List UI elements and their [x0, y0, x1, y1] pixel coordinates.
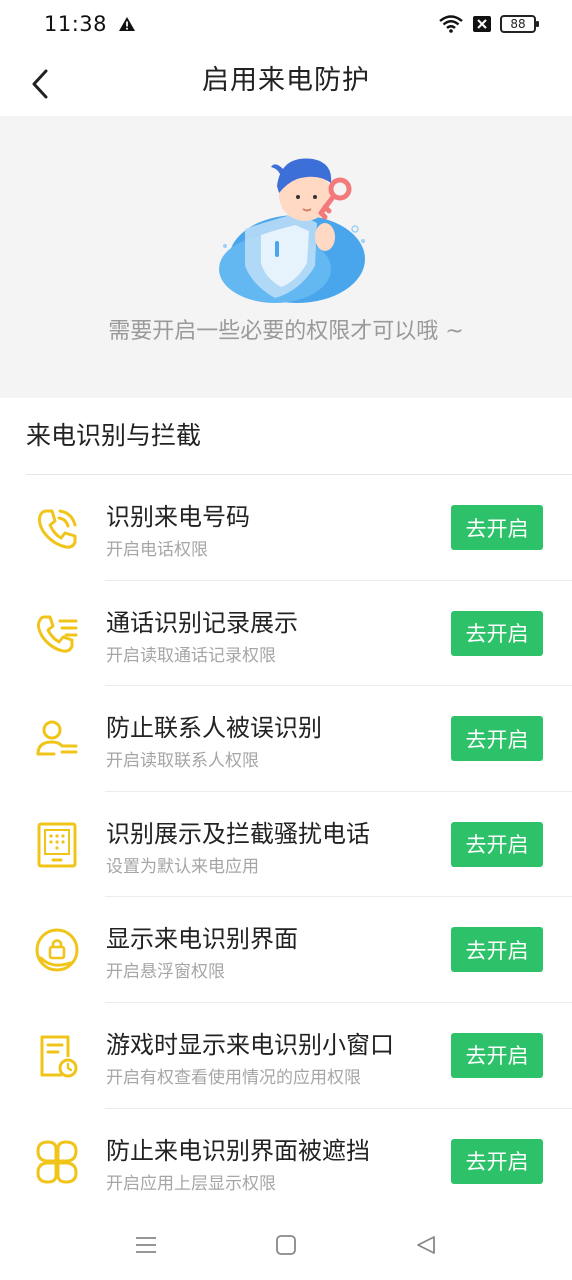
permission-desc: 开启电话权限 [106, 540, 208, 560]
enable-button[interactable]: 去开启 [451, 716, 543, 762]
list-item: 防止联系人被误识别 开启读取联系人权限 去开启 [0, 686, 572, 792]
usage-clock-icon [40, 1035, 78, 1078]
home-button[interactable] [270, 1230, 302, 1260]
list-item: 防止来电识别界面被遮挡 开启应用上层显示权限 去开启 [0, 1109, 572, 1215]
permission-title: 防止联系人被误识别 [106, 714, 322, 743]
phone-icon [37, 509, 77, 549]
enable-button[interactable]: 去开启 [451, 505, 543, 550]
status-icons: 88 [438, 14, 539, 34]
list-item: 识别展示及拦截骚扰电话 设置为默认来电应用 去开启 [0, 792, 572, 898]
wifi-icon [439, 15, 463, 33]
permission-desc: 开启读取联系人权限 [106, 751, 259, 772]
call-log-icon [36, 615, 78, 653]
enable-button[interactable]: 去开启 [451, 821, 543, 867]
permission-title: 游戏时显示来电识别小窗口 [106, 1030, 394, 1059]
home-icon [276, 1235, 296, 1255]
back-icon [417, 1236, 435, 1254]
sim-off-icon [473, 16, 491, 32]
permission-title: 防止来电识别界面被遮挡 [106, 1136, 370, 1165]
permission-desc: 开启悬浮窗权限 [106, 962, 225, 983]
section-title: 来电识别与拦截 [26, 421, 202, 450]
app-header: 启用来电防护 [0, 52, 572, 116]
enable-button[interactable]: 去开启 [451, 927, 543, 973]
list-item: 显示来电识别界面 开启悬浮窗权限 去开启 [0, 897, 572, 1003]
permission-title: 识别展示及拦截骚扰电话 [106, 819, 370, 848]
shield-person-illustration [219, 158, 365, 303]
list-item: 游戏时显示来电识别小窗口 开启有权查看使用情况的应用权限 去开启 [0, 1003, 572, 1109]
contacts-icon [36, 720, 78, 756]
lock-circle-icon [35, 928, 79, 972]
permission-title: 识别来电号码 [106, 503, 250, 531]
dialpad-icon [37, 822, 77, 868]
menu-icon [136, 1237, 156, 1253]
permission-title: 通话识别记录展示 [106, 608, 298, 637]
permission-title: 显示来电识别界面 [106, 925, 298, 954]
list-item: 通话识别记录展示 开启读取通话记录权限 去开启 [0, 581, 572, 687]
hero-message: 需要开启一些必要的权限才可以哦 ~ [108, 319, 464, 344]
permission-desc: 开启应用上层显示权限 [106, 1173, 276, 1194]
menu-button[interactable] [130, 1230, 162, 1260]
permission-desc: 开启读取通话记录权限 [106, 645, 276, 666]
overlay-icon [36, 1140, 78, 1184]
enable-button[interactable]: 去开启 [451, 610, 543, 656]
status-bar: 11:38 88 [0, 0, 572, 52]
nav-back-button[interactable] [410, 1230, 442, 1260]
permission-desc: 设置为默认来电应用 [106, 856, 259, 877]
hero-banner: 需要开启一些必要的权限才可以哦 ~ [0, 116, 572, 398]
list-item: 识别来电号码 开启电话权限 去开启 [0, 475, 572, 581]
permission-list: 识别来电号码 开启电话权限 去开启 通话识别记录展示 开启读取通话记录权限 去开… [0, 475, 572, 1214]
enable-button[interactable]: 去开启 [451, 1032, 543, 1078]
system-nav-bar [0, 1210, 572, 1280]
page-title: 启用来电防护 [202, 65, 370, 96]
enable-button[interactable]: 去开启 [451, 1138, 543, 1184]
alert-icon [119, 17, 135, 31]
battery-icon: 88 [500, 15, 539, 33]
permission-desc: 开启有权查看使用情况的应用权限 [106, 1067, 361, 1088]
status-time: 11:38 [44, 12, 108, 36]
